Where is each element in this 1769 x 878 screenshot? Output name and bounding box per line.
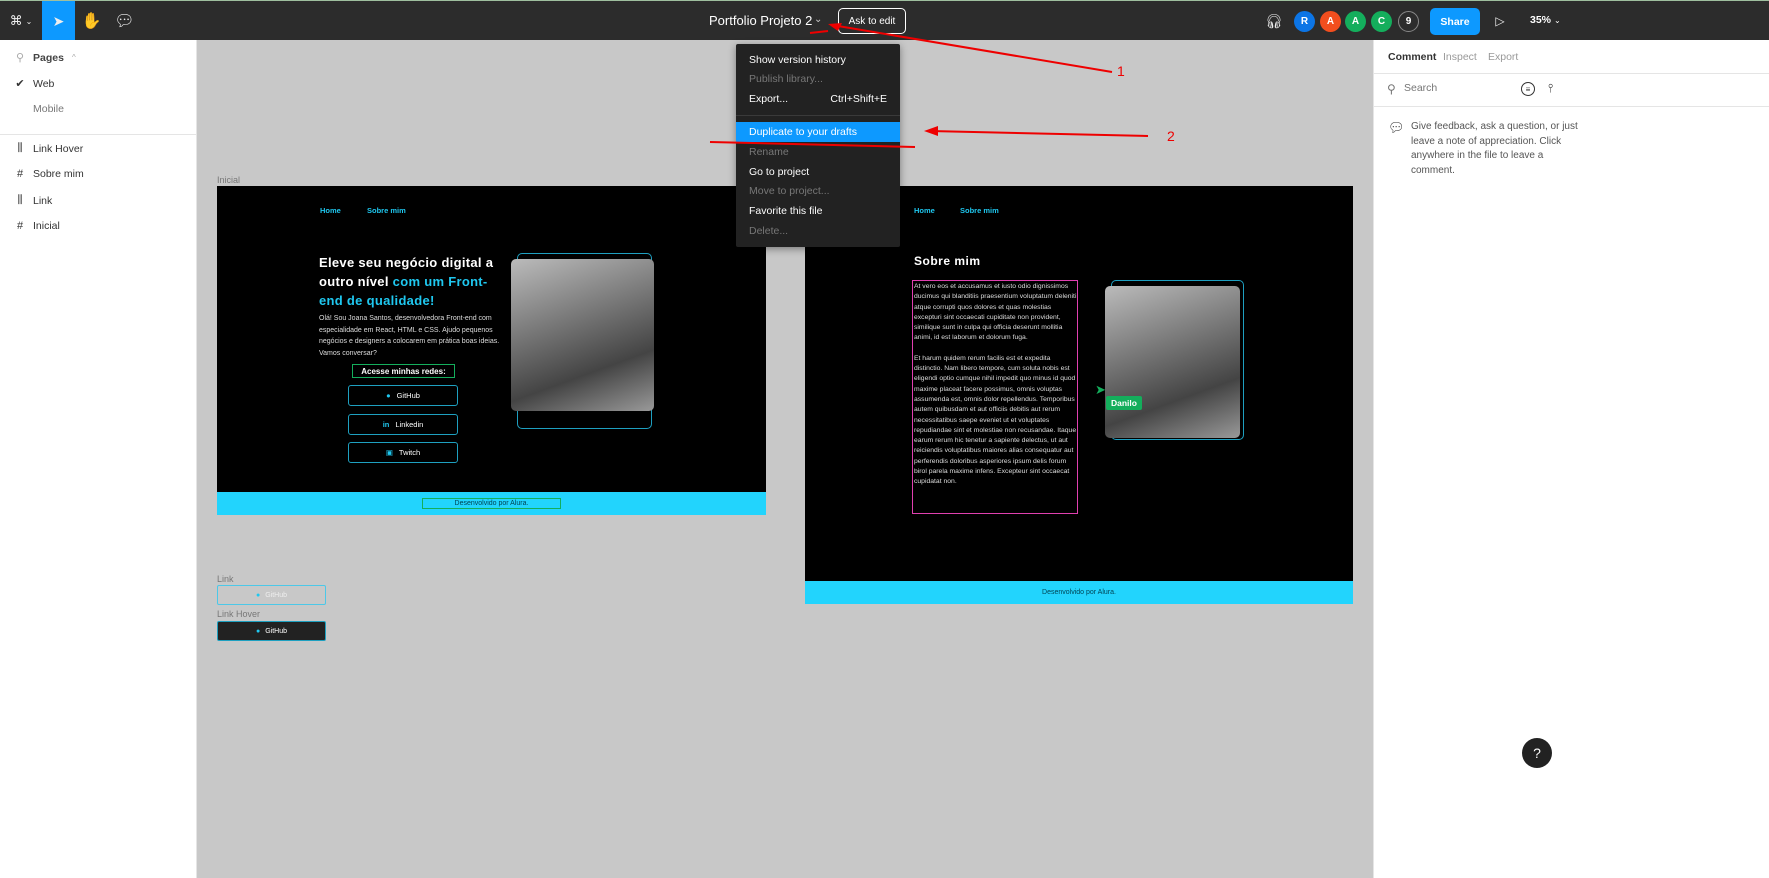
annotation-arrow-2 (929, 130, 1149, 137)
right-panel: Comment Inspect Export ⚲ ≡ ⫯ 💬︎ Give fee… (1373, 40, 1769, 878)
tab-export[interactable]: Export (1488, 51, 1518, 63)
annotation-underline (809, 30, 829, 34)
filter-icon[interactable]: ≡ (1521, 82, 1535, 96)
arrowhead (828, 23, 842, 31)
divider (1374, 73, 1769, 74)
annotation-arrow-1 (831, 24, 1113, 73)
search-icon: ⚲ (1387, 82, 1396, 96)
arrowhead (924, 126, 938, 136)
tab-comment[interactable]: Comment (1388, 51, 1436, 63)
tab-inspect[interactable]: Inspect (1443, 51, 1477, 63)
comment-search-input[interactable] (1404, 82, 1534, 94)
help-button[interactable]: ? (1522, 738, 1552, 768)
comment-icon: 💬︎ (1388, 120, 1405, 135)
annotation-label-1: 1 (1117, 63, 1125, 79)
settings-sliders-icon[interactable]: ⫯ (1548, 81, 1553, 96)
divider (1374, 106, 1769, 107)
comments-empty-text: Give feedback, ask a question, or just l… (1411, 121, 1578, 176)
annotation-underline (709, 141, 916, 148)
annotation-label-2: 2 (1167, 128, 1175, 144)
